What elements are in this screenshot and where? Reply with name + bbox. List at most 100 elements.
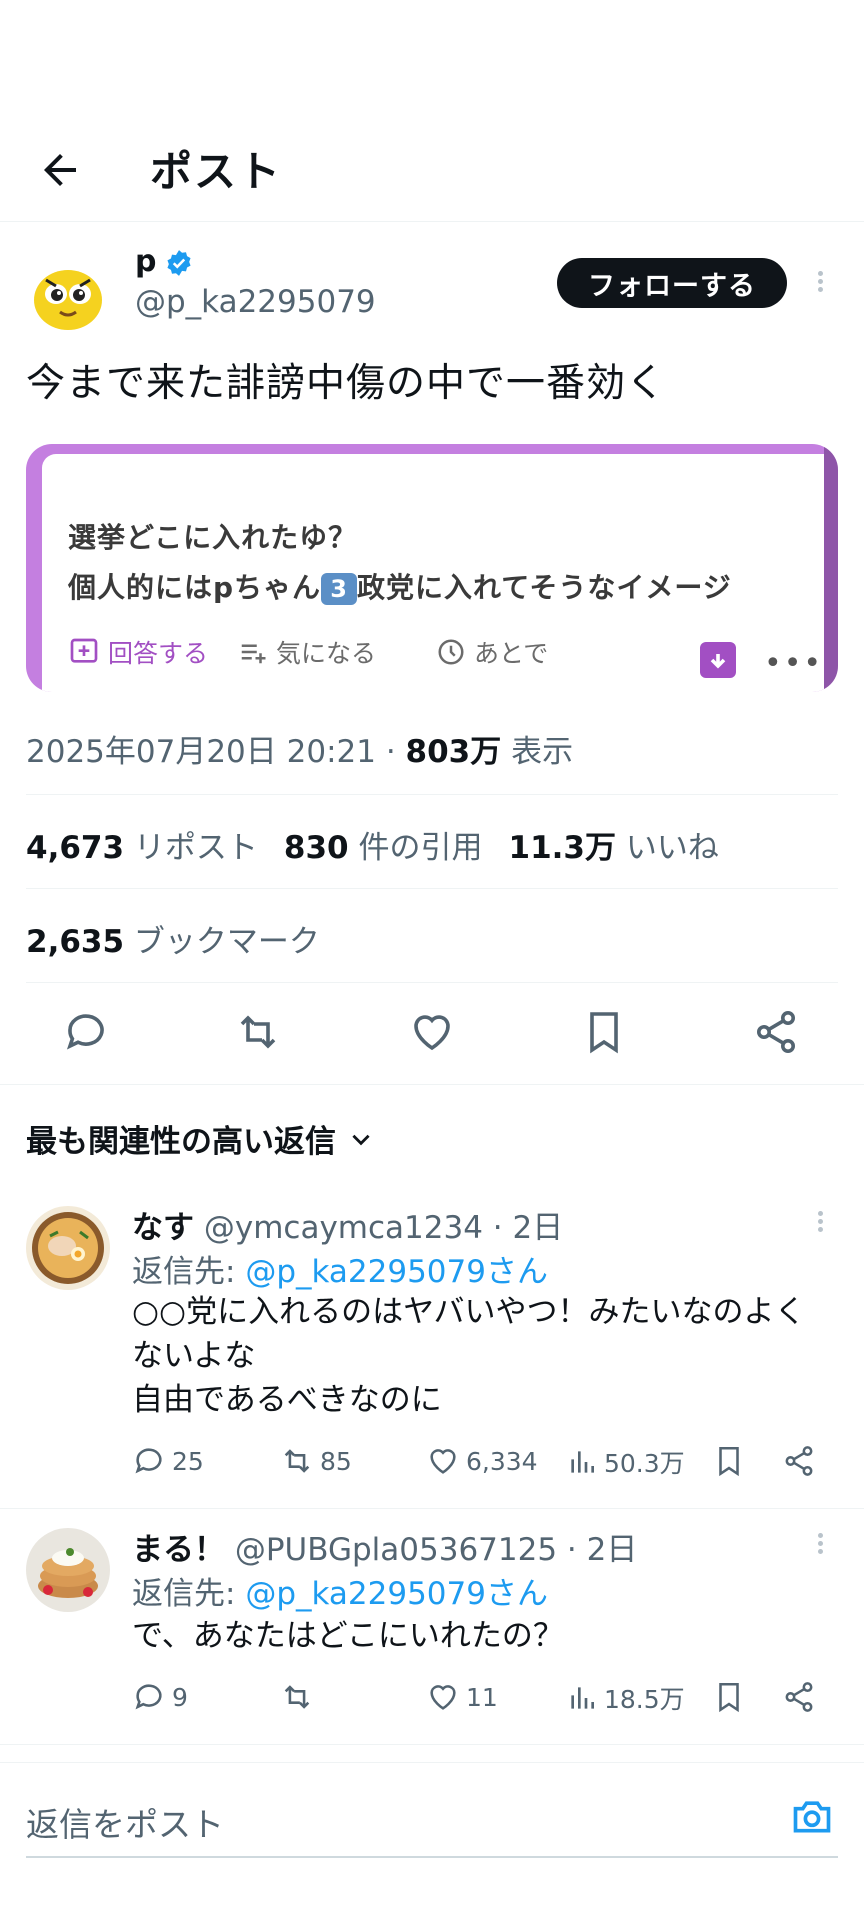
reply-text: で、あなたはどこにいれたの？	[132, 1614, 852, 1658]
card-line2-after: 政党に入れてそうなイメージ	[357, 571, 732, 604]
reply-icon	[135, 1684, 162, 1710]
header-divider	[0, 221, 864, 222]
back-arrow-icon[interactable]	[36, 146, 84, 194]
bookmark-icon[interactable]	[712, 1444, 752, 1478]
divider	[26, 982, 838, 983]
likes-stat[interactable]: 11.3万 いいね	[509, 822, 719, 867]
author-name[interactable]: p	[135, 244, 156, 279]
like-icon[interactable]	[408, 1008, 456, 1056]
reply-count: 25	[172, 1446, 204, 1476]
card-question-line2: 個人的にはpちゃん 3 政党に入れてそうなイメージ	[68, 566, 732, 606]
post-timestamp[interactable]: 2025年07月20日 20:21	[26, 734, 376, 770]
add-list-icon	[241, 644, 266, 664]
number-badge: 3	[321, 573, 358, 605]
views-icon	[571, 1451, 594, 1473]
reply-author-handle[interactable]: @ymcaymca1234	[204, 1210, 483, 1246]
repost-icon[interactable]	[234, 1008, 282, 1056]
card-question-line1: 選挙どこに入れたゆ？	[68, 521, 358, 554]
reply-action-repost[interactable]	[280, 1680, 320, 1714]
share-icon[interactable]	[782, 1444, 822, 1478]
views-count: 50.3万	[604, 1449, 685, 1478]
repost-icon	[284, 1449, 310, 1473]
reply-to: 返信先: @p_ka2295079さん	[132, 1568, 548, 1613]
views-count: 803万	[405, 734, 502, 770]
views-label: 表示	[511, 734, 574, 770]
like-count: 11	[466, 1682, 498, 1712]
bookmark-icon[interactable]	[580, 1008, 628, 1056]
divider	[0, 1744, 864, 1745]
compose-underline	[26, 1856, 838, 1858]
reply-to-link[interactable]: @p_ka2295079さん	[245, 1576, 548, 1612]
reply-sort-selector[interactable]: 最も関連性の高い返信	[26, 1116, 374, 1161]
card-actions: 回答する 気になる あとで	[68, 634, 808, 680]
like-count: 6,334	[466, 1446, 538, 1476]
more-icon[interactable]	[815, 1208, 825, 1238]
reposts-stat[interactable]: 4,673 リポスト	[26, 822, 258, 867]
reply-actions: 9 11 18.5万	[132, 1680, 832, 1720]
reply-action-repost[interactable]: 85	[280, 1444, 352, 1478]
reply-author-handle[interactable]: @PUBGpla05367125	[235, 1532, 557, 1568]
more-icon[interactable]	[815, 1530, 825, 1560]
author-handle[interactable]: @p_ka2295079	[135, 284, 376, 320]
like-icon	[430, 1685, 456, 1710]
like-icon	[430, 1449, 456, 1474]
reply-icon	[135, 1448, 162, 1474]
bookmarks-stat[interactable]: 2,635 ブックマーク	[26, 916, 320, 961]
post-actions	[0, 1008, 864, 1064]
reply-time-separator: ·	[482, 1210, 513, 1246]
divider	[26, 794, 838, 795]
reply-icon[interactable]	[62, 1008, 110, 1056]
reply-count: 9	[172, 1682, 188, 1712]
embedded-image-card[interactable]: 選挙どこに入れたゆ？ 個人的にはpちゃん 3 政党に入れてそうなイメージ 回答する …	[26, 444, 838, 692]
card-answer-action: 回答する	[68, 634, 208, 670]
answer-icon	[70, 638, 98, 663]
reply-action-views[interactable]: 18.5万	[566, 1680, 685, 1716]
reply-action-views[interactable]: 50.3万	[566, 1444, 685, 1480]
repost-icon	[284, 1685, 310, 1709]
follow-button[interactable]: フォローする	[557, 258, 787, 308]
reply-action-like[interactable]: 6,334	[426, 1444, 538, 1478]
reply-avatar[interactable]	[26, 1206, 110, 1290]
divider	[0, 1762, 864, 1763]
views-count: 18.5万	[604, 1685, 685, 1714]
reply-text-line: 自由であるべきなのに	[132, 1382, 442, 1418]
reply-author-name[interactable]: まる！	[132, 1532, 225, 1568]
verified-badge-icon	[165, 249, 193, 277]
camera-icon[interactable]	[790, 1794, 834, 1838]
reply-to-link[interactable]: @p_ka2295079さん	[245, 1254, 548, 1290]
reply-action-like[interactable]: 11	[426, 1680, 498, 1714]
reply-text-line: で、あなたはどこにいれたの？	[132, 1618, 564, 1654]
share-icon[interactable]	[782, 1680, 822, 1714]
share-icon[interactable]	[752, 1008, 800, 1056]
reply-author-name[interactable]: なす	[132, 1210, 194, 1246]
page-title: ポスト	[150, 147, 283, 196]
card-later-label: あとで	[474, 639, 549, 668]
card-line2-before: 個人的にはpちゃん	[68, 571, 322, 604]
card-interested-label: 気になる	[276, 639, 377, 668]
engagement-stats: 4,673 リポスト 830 件の引用 11.3万 いいね	[26, 822, 745, 867]
author-avatar[interactable]	[26, 252, 110, 336]
card-interested-action: 気になる	[238, 634, 376, 670]
bookmark-icon[interactable]	[712, 1680, 752, 1714]
quotes-stat[interactable]: 830 件の引用	[284, 822, 483, 867]
reply-time: 2日	[512, 1210, 564, 1246]
reply-header: まる！ @PUBGpla05367125 · 2日	[132, 1524, 637, 1569]
post-meta: 2025年07月20日 20:21 · 803万 表示	[26, 726, 573, 771]
card-answer-label: 回答する	[108, 639, 209, 668]
divider	[26, 888, 838, 889]
more-icon[interactable]	[815, 268, 825, 298]
reply-time: 2日	[586, 1532, 638, 1568]
reply-action-reply[interactable]: 9	[132, 1680, 188, 1714]
card-edge	[824, 444, 838, 692]
reply-text: ○○党に入れるのはヤバいやつ！みたいなのよく ないよな 自由であるべきなのに	[132, 1290, 852, 1422]
divider	[0, 1084, 864, 1085]
reply-text-line: ○○党に入れるのはヤバいやつ！みたいなのよく	[132, 1294, 806, 1330]
post-text: 今まで来た誹謗中傷の中で一番効く	[26, 361, 667, 406]
reply-sort-label: 最も関連性の高い返信	[26, 1124, 336, 1160]
card-more-icon: •••	[764, 646, 824, 681]
reply-to: 返信先: @p_ka2295079さん	[132, 1246, 548, 1291]
clock-icon	[438, 639, 464, 665]
reply-avatar[interactable]	[26, 1528, 110, 1612]
reply-action-reply[interactable]: 25	[132, 1444, 204, 1478]
reply-compose-input[interactable]: 返信をポスト	[26, 1798, 224, 1846]
